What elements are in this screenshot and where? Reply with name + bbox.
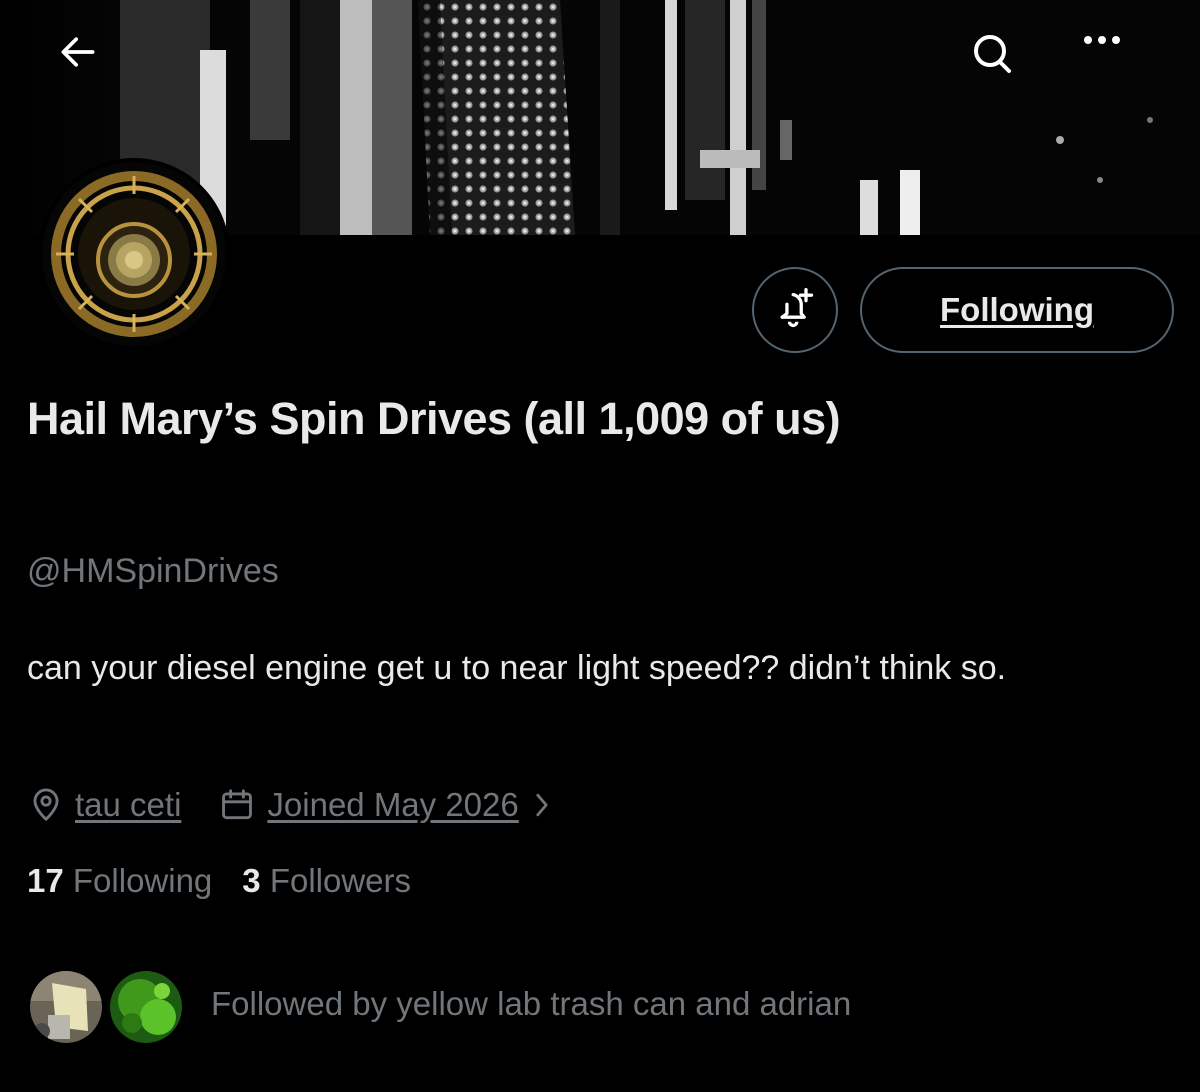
profile-page: Following Hail Mary’s Spin Drives (all 1… (0, 0, 1200, 1092)
followers-count: 3 (242, 862, 261, 899)
location[interactable]: tau ceti (27, 786, 181, 824)
bio: can your diesel engine get u to near lig… (27, 649, 1007, 687)
bell-plus-icon (773, 286, 817, 335)
more-options-button[interactable] (1080, 30, 1142, 92)
avatar[interactable] (38, 158, 230, 350)
follower-avatar (107, 968, 185, 1046)
calendar-icon (217, 786, 257, 824)
location-text: tau ceti (75, 786, 182, 823)
back-button[interactable] (56, 30, 118, 92)
joined-date[interactable]: Joined May 2026 (217, 786, 550, 824)
joined-text: Joined May 2026 (267, 786, 519, 823)
location-pin-icon (27, 786, 65, 824)
following-button-label: Following (940, 291, 1094, 328)
avatar-image (42, 162, 226, 346)
followed-by-text: Followed by yellow lab trash can and adr… (211, 985, 852, 1022)
followed-by[interactable]: Followed by yellow lab trash can and adr… (27, 962, 851, 1046)
followers-label: Followers (269, 862, 412, 899)
profile-meta: tau ceti Joined May 2026 (27, 780, 587, 830)
follower-avatar (27, 968, 105, 1046)
handle: @HMSpinDrives (27, 552, 279, 590)
search-button[interactable] (968, 30, 1030, 92)
follow-stats: 17 Following 3 Followers (27, 862, 441, 900)
following-stat[interactable]: 17 Following (27, 862, 212, 900)
display-name: Hail Mary’s Spin Drives (all 1,009 of us… (27, 393, 841, 444)
chevron-right-icon (533, 791, 551, 819)
follower-avatars (27, 962, 187, 1046)
following-button[interactable]: Following (860, 267, 1174, 353)
following-count: 17 (27, 862, 64, 899)
notifications-button[interactable] (752, 267, 838, 353)
following-label: Following (72, 862, 213, 899)
followers-stat[interactable]: 3 Followers (242, 862, 411, 900)
